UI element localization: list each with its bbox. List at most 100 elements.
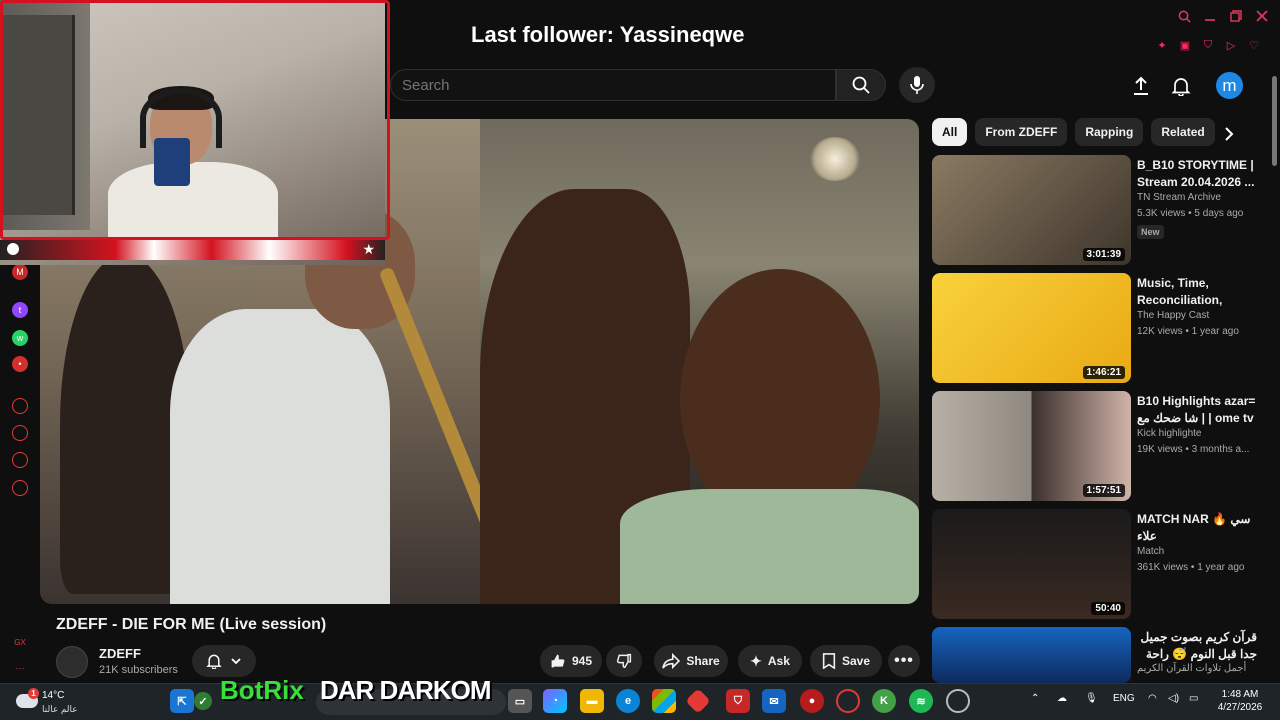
recommendation-title[interactable]: قرآن كريم بصوت جميل جدا قبل النوم 😴 راحة… bbox=[1137, 629, 1257, 663]
app-circle-icon[interactable] bbox=[946, 689, 970, 713]
like-count: 945 bbox=[571, 654, 593, 668]
heart-icon[interactable]: ♡ bbox=[1248, 38, 1260, 52]
scrollbar[interactable] bbox=[1270, 68, 1280, 680]
outlook-icon[interactable]: ✉ bbox=[762, 689, 786, 713]
recommendation-channel[interactable]: Match bbox=[1137, 546, 1164, 557]
video-thumbnail[interactable]: 1:46:21 bbox=[932, 273, 1131, 383]
save-button[interactable]: Save bbox=[810, 645, 882, 677]
account-avatar[interactable]: m bbox=[1216, 72, 1243, 99]
recommendation-item[interactable]: 3:01:39 B_B10 STORYTIME | Stream 20.04.2… bbox=[932, 155, 1262, 265]
twitch-icon[interactable]: t bbox=[12, 302, 28, 318]
store-icon[interactable] bbox=[652, 689, 676, 713]
chevron-up-icon[interactable]: ⌃ bbox=[1031, 693, 1039, 704]
cloud-tray-icon[interactable]: ☁ bbox=[1057, 693, 1067, 704]
shield-icon[interactable]: ⛉ bbox=[1202, 38, 1214, 52]
last-follower-overlay: Last follower: Yassineqwe bbox=[471, 22, 745, 47]
create-button[interactable] bbox=[1128, 73, 1154, 99]
system-clock[interactable]: 1:48 AM 4/27/2026 bbox=[1210, 688, 1270, 714]
microphone-icon bbox=[910, 76, 924, 94]
chevron-down-icon bbox=[231, 658, 241, 665]
pin-icon[interactable]: ✦ bbox=[1156, 38, 1168, 52]
recommendation-channel[interactable]: أجمل تلاوات القرآن الكريم bbox=[1137, 663, 1246, 674]
dar-darkom-overlay: DAR DARKOM bbox=[320, 675, 492, 705]
recommendation-title[interactable]: MATCH NAR 🔥 سي علاء bbox=[1137, 511, 1257, 545]
edge-icon[interactable]: e bbox=[616, 689, 640, 713]
copilot-icon[interactable]: ◔ bbox=[543, 689, 567, 713]
m-icon[interactable]: M bbox=[12, 264, 28, 280]
bell-icon bbox=[206, 654, 222, 669]
chip-all[interactable]: All bbox=[932, 118, 968, 146]
subscription-bell-button[interactable] bbox=[192, 645, 256, 677]
extensions-icon[interactable] bbox=[12, 452, 28, 468]
top-bar: Last follower: Yassineqwe ✦ ▣ ⛉ ▷ ♡ bbox=[385, 0, 1280, 68]
recommendation-channel[interactable]: TN Stream Archive bbox=[1137, 192, 1221, 203]
recommendation-item[interactable]: قرآن كريم بصوت جميل جدا قبل النوم 😴 راحة… bbox=[932, 627, 1262, 683]
notifications-button[interactable] bbox=[1168, 73, 1194, 99]
wifi-icon[interactable]: ◠ bbox=[1148, 693, 1157, 704]
history-icon[interactable] bbox=[12, 425, 28, 441]
restore-icon[interactable] bbox=[1228, 8, 1244, 24]
recommendation-channel[interactable]: Kick highlighte bbox=[1137, 428, 1201, 439]
video-title: ZDEFF - DIE FOR ME (Live session) bbox=[56, 616, 327, 633]
taskbar-app-icon[interactable]: ⇱ bbox=[170, 689, 194, 713]
chips-next-button[interactable] bbox=[1218, 123, 1240, 145]
volume-icon[interactable]: ◁) bbox=[1168, 693, 1179, 704]
screenshot-icon[interactable]: ▣ bbox=[1179, 38, 1191, 52]
recommendation-item[interactable]: 1:57:51 B10 Highlights azar= شا ضحك مع |… bbox=[932, 391, 1262, 501]
battery-icon[interactable]: ▭ bbox=[1189, 693, 1198, 704]
settings-icon[interactable] bbox=[12, 480, 28, 496]
chip-related[interactable]: Related bbox=[1151, 118, 1215, 146]
search-button[interactable] bbox=[836, 69, 886, 101]
scrollbar-thumb[interactable] bbox=[1272, 76, 1277, 166]
recommendation-item[interactable]: 50:40 MATCH NAR 🔥 سي علاء Match 361K vie… bbox=[932, 509, 1262, 619]
app-green-icon[interactable]: K bbox=[872, 689, 896, 713]
video-thumbnail[interactable]: 50:40 bbox=[932, 509, 1131, 619]
app-icon[interactable]: • bbox=[12, 356, 28, 372]
close-icon[interactable] bbox=[1254, 8, 1270, 24]
chip-from-zdeff[interactable]: From ZDEFF bbox=[975, 118, 1068, 146]
recommendation-title[interactable]: B10 Highlights azar= شا ضحك مع | | ome t… bbox=[1137, 393, 1257, 427]
bookmark-icon bbox=[822, 653, 836, 669]
spotify-icon[interactable]: ≋ bbox=[909, 689, 933, 713]
search-input[interactable] bbox=[402, 76, 835, 94]
recommendation-meta: 12K views • 1 year ago bbox=[1137, 326, 1239, 337]
language-indicator[interactable]: ENG bbox=[1113, 693, 1135, 704]
video-thumbnail[interactable]: 3:01:39 bbox=[932, 155, 1131, 265]
more-horizontal-icon: ••• bbox=[894, 652, 914, 669]
shield-app-icon[interactable]: ⛉ bbox=[726, 689, 750, 713]
recommendation-title[interactable]: B_B10 STORYTIME | Stream 20.04.2026 ... bbox=[1137, 157, 1257, 191]
video-thumbnail[interactable] bbox=[932, 627, 1131, 683]
search-icon[interactable] bbox=[1176, 8, 1192, 24]
task-view-icon[interactable]: ▭ bbox=[508, 689, 532, 713]
more-actions-button[interactable]: ••• bbox=[888, 645, 920, 677]
gx-icon[interactable]: GX bbox=[12, 634, 28, 650]
weather-widget[interactable]: 1 14°C عالم عالنا bbox=[14, 688, 84, 718]
app-red-icon[interactable]: ● bbox=[800, 689, 824, 713]
whatsapp-icon[interactable]: w bbox=[12, 330, 28, 346]
video-duration: 1:46:21 bbox=[1082, 366, 1125, 379]
microphone-tray-icon[interactable]: 🎙 bbox=[1085, 693, 1098, 704]
star-icon: ★ bbox=[362, 241, 375, 257]
more-icon[interactable]: ⋯ bbox=[12, 660, 28, 676]
recommendation-title[interactable]: Music, Time, Reconciliation, Gal3... bbox=[1137, 275, 1257, 309]
video-thumbnail[interactable]: 1:57:51 bbox=[932, 391, 1131, 501]
ask-button[interactable]: ✦ Ask bbox=[738, 645, 802, 677]
file-explorer-icon[interactable]: ▬ bbox=[580, 689, 604, 713]
channel-avatar[interactable] bbox=[56, 646, 88, 678]
checkmark-icon[interactable]: ✓ bbox=[194, 692, 212, 710]
recommendation-channel[interactable]: The Happy Cast bbox=[1137, 310, 1209, 321]
video-duration: 1:57:51 bbox=[1082, 484, 1125, 497]
channel-name[interactable]: ZDEFF bbox=[99, 646, 141, 661]
chip-rapping[interactable]: Rapping bbox=[1075, 118, 1144, 146]
opera-gx-icon[interactable] bbox=[836, 689, 860, 713]
dislike-button[interactable] bbox=[606, 645, 642, 677]
chevron-right-icon bbox=[1225, 127, 1234, 141]
recommendation-item[interactable]: 1:46:21 Music, Time, Reconciliation, Gal… bbox=[932, 273, 1262, 383]
like-button[interactable]: 945 bbox=[540, 645, 602, 677]
voice-search-button[interactable] bbox=[899, 67, 935, 103]
play-icon[interactable]: ▷ bbox=[1225, 38, 1237, 52]
new-badge: New bbox=[1137, 225, 1164, 239]
share-button[interactable]: Share bbox=[654, 645, 728, 677]
minimize-icon[interactable] bbox=[1202, 8, 1218, 24]
play-circle-icon[interactable] bbox=[12, 398, 28, 414]
